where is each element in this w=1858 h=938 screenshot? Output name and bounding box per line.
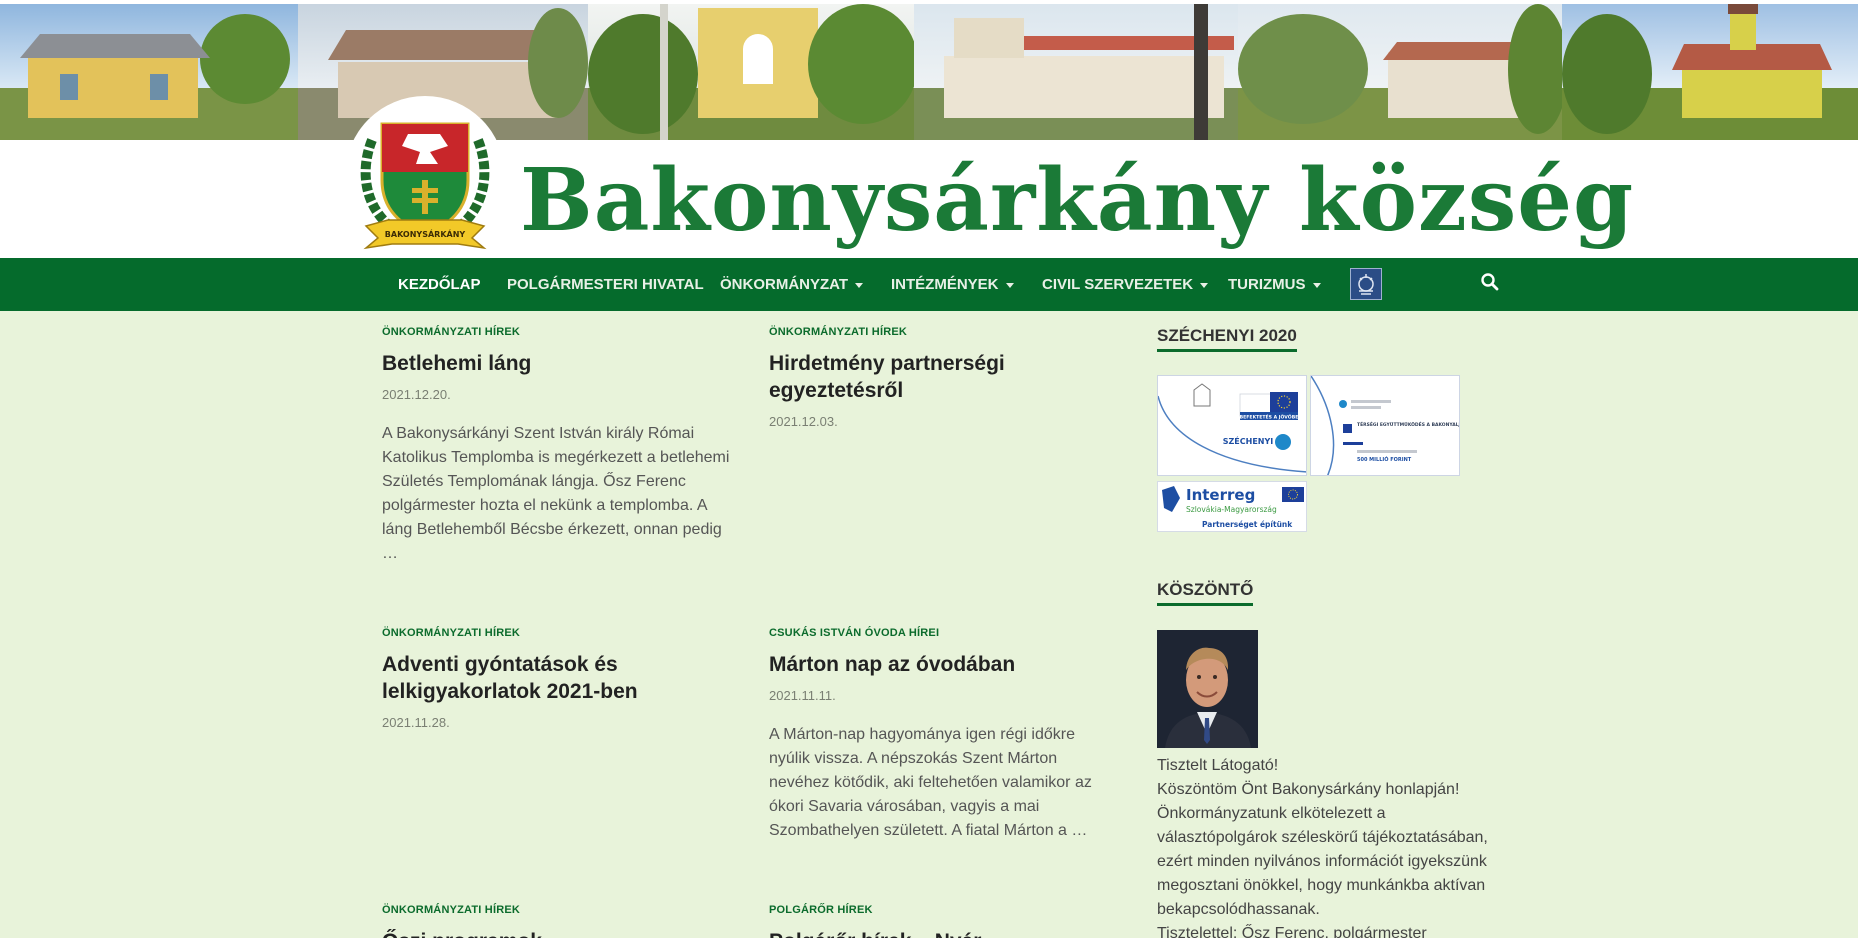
nav-item-onkormanyzat[interactable]: ÖNKORMÁNYZAT <box>720 258 864 311</box>
chevron-down-icon <box>1312 282 1321 288</box>
welcome-widget-title: KÖSZÖNTŐ <box>1157 580 1254 606</box>
nav-item-label: CIVIL SZERVEZETEK <box>1042 276 1194 293</box>
szechenyi-project-banner[interactable]: TÉRSÉGI EGYÜTTMŰKÖDÉS A BAKONYALJÁTÓL A … <box>1310 375 1460 476</box>
welcome-line: Tisztelettel: Ősz Ferenc, polgármester <box>1157 925 1427 938</box>
header-photo-strip <box>0 4 1858 140</box>
post-title-link[interactable]: Hirdetmény partnerségi egyeztetésről <box>769 350 1049 404</box>
welcome-line: megosztani önökkel, hogy munkánkba aktív… <box>1157 877 1486 894</box>
coat-of-arms-logo[interactable]: BAKONYSÁRKÁNY <box>358 110 492 252</box>
szechenyi-brand-text: SZÉCHENYI <box>1223 435 1274 446</box>
interreg-brand-text: Interreg <box>1186 486 1255 504</box>
chevron-down-icon <box>1200 282 1209 288</box>
post-category-link[interactable]: CSUKÁS ISTVÁN ÓVODA HÍREI <box>769 627 1129 639</box>
search-icon[interactable] <box>1478 270 1502 294</box>
post-title-link[interactable]: Polgárőr hírek – Nyár <box>769 928 1129 938</box>
site-title[interactable]: Bakonysárkány község <box>520 146 1633 256</box>
mayor-portrait <box>1157 630 1258 748</box>
site-header: BAKONYSÁRKÁNY Bakonysárkány község <box>0 0 1858 258</box>
post-card: ÖNKORMÁNYZATI HÍREK Adventi gyóntatások … <box>382 627 742 730</box>
post-date[interactable]: 2021.11.28. <box>382 715 742 730</box>
welcome-line: ezért minden nyilvános információt igyek… <box>1157 853 1487 870</box>
nav-item-kezdolap[interactable]: KEZDŐLAP <box>398 258 481 311</box>
chevron-down-icon <box>855 282 864 288</box>
post-title-link[interactable]: Adventi gyóntatások és lelkigyakorlatok … <box>382 651 672 705</box>
welcome-text: Tisztelt Látogató! Köszöntöm Önt Bakonys… <box>1157 754 1517 938</box>
szechenyi-widget-title: SZÉCHENYI 2020 <box>1157 326 1297 352</box>
post-category-link[interactable]: ÖNKORMÁNYZATI HÍREK <box>382 627 742 639</box>
post-title-link[interactable]: Márton nap az óvodában <box>769 651 1129 678</box>
post-category-link[interactable]: ÖNKORMÁNYZATI HÍREK <box>769 326 1129 338</box>
post-category-link[interactable]: ÖNKORMÁNYZATI HÍREK <box>382 326 742 338</box>
post-excerpt-line: A Márton-nap hagyománya igen régi időkre <box>769 726 1075 743</box>
welcome-line: választópolgárok széleskörű tájékoztatás… <box>1157 829 1488 846</box>
crest-ribbon-text: BAKONYSÁRKÁNY <box>385 228 466 239</box>
header-photo-chapel <box>1562 4 1858 140</box>
nav-emblem-icon[interactable] <box>1350 268 1382 300</box>
nav-item-label: TURIZMUS <box>1228 276 1306 293</box>
chevron-down-icon <box>1005 282 1014 288</box>
post-card: ÖNKORMÁNYZATI HÍREK Betlehemi láng 2021.… <box>382 326 742 566</box>
post-excerpt-line: polgármester hozta el nekünk a templomba… <box>382 497 708 514</box>
post-title-link[interactable]: Betlehemi láng <box>382 350 742 377</box>
header-photo-school <box>1238 4 1562 140</box>
post-excerpt-line: láng Betlehemből Bécsbe érkezett, onnan … <box>382 521 722 538</box>
post-excerpt-line: … <box>382 545 398 562</box>
szechenyi-project-text: TÉRSÉGI EGYÜTTMŰKÖDÉS A BAKONYALJÁTÓL A … <box>1357 420 1460 428</box>
nav-item-intezmenyek[interactable]: INTÉZMÉNYEK <box>891 258 1014 311</box>
header-photo-house <box>0 4 298 140</box>
post-card: POLGÁRŐR HÍREK Polgárőr hírek – Nyár <box>769 904 1129 938</box>
post-category-link[interactable]: POLGÁRŐR HÍREK <box>769 904 1129 916</box>
main-navigation: KEZDŐLAP POLGÁRMESTERI HIVATAL ÖNKORMÁNY… <box>0 258 1858 311</box>
post-date[interactable]: 2021.12.03. <box>769 414 1129 429</box>
welcome-line: Tisztelt Látogató! <box>1157 757 1279 774</box>
post-excerpt-line: Szombathelyen született. A fiatal Márton… <box>769 822 1088 839</box>
interreg-region-text: Szlovákia-Magyarország <box>1186 505 1277 514</box>
nav-item-label: ÖNKORMÁNYZAT <box>720 276 849 293</box>
post-excerpt-line: A Bakonysárkányi Szent István király Róm… <box>382 425 695 442</box>
szechenyi-amount-text: 500 MILLIÓ FORINT <box>1357 456 1412 463</box>
interreg-slogan-text: Partnerséget építünk <box>1202 520 1293 529</box>
header-photo-culture-house <box>914 4 1238 140</box>
post-excerpt: A Bakonysárkányi Szent István király Róm… <box>382 422 742 566</box>
post-title-link[interactable]: Őszi programok <box>382 928 742 938</box>
nav-item-civil-szervezetek[interactable]: CIVIL SZERVEZETEK <box>1042 258 1209 311</box>
nav-item-turizmus[interactable]: TURIZMUS <box>1228 258 1321 311</box>
szechenyi-2020-banner[interactable]: BEFEKTETÉS A JÖVŐBE SZÉCHENYI <box>1157 375 1307 476</box>
post-excerpt-line: Születés Templomának lángja. Ősz Ferenc <box>382 473 686 490</box>
header-photo-church <box>588 4 914 140</box>
post-excerpt-line: nyúlik vissza. A népszokás Szent Márton <box>769 750 1058 767</box>
post-excerpt-line: ókori Savaria városában, vagyis a mai <box>769 798 1040 815</box>
interreg-banner[interactable]: Interreg Szlovákia-Magyarország Partners… <box>1157 481 1307 532</box>
post-date[interactable]: 2021.12.20. <box>382 387 742 402</box>
nav-item-label: KEZDŐLAP <box>398 276 481 293</box>
post-excerpt: A Márton-nap hagyománya igen régi időkre… <box>769 723 1129 843</box>
post-card: ÖNKORMÁNYZATI HÍREK Őszi programok <box>382 904 742 938</box>
nav-item-label: POLGÁRMESTERI HIVATAL <box>507 276 704 293</box>
post-date[interactable]: 2021.11.11. <box>769 688 1129 703</box>
post-card: CSUKÁS ISTVÁN ÓVODA HÍREI Márton nap az … <box>769 627 1129 843</box>
nav-item-label: INTÉZMÉNYEK <box>891 276 999 293</box>
post-excerpt-line: nevéhez kötődik, aki feltehetően valamik… <box>769 774 1092 791</box>
nav-item-polgarmesteri-hivatal[interactable]: POLGÁRMESTERI HIVATAL <box>507 258 704 311</box>
welcome-line: Köszöntöm Önt Bakonysárkány honlapján! <box>1157 781 1460 798</box>
welcome-line: bekapcsolódhassanak. <box>1157 901 1320 918</box>
post-excerpt-line: Katolikus Templomba is megérkezett a bet… <box>382 449 730 466</box>
welcome-line: Önkormányzatunk elkötelezett a <box>1157 805 1386 822</box>
post-card: ÖNKORMÁNYZATI HÍREK Hirdetmény partnersé… <box>769 326 1129 429</box>
post-category-link[interactable]: ÖNKORMÁNYZATI HÍREK <box>382 904 742 916</box>
